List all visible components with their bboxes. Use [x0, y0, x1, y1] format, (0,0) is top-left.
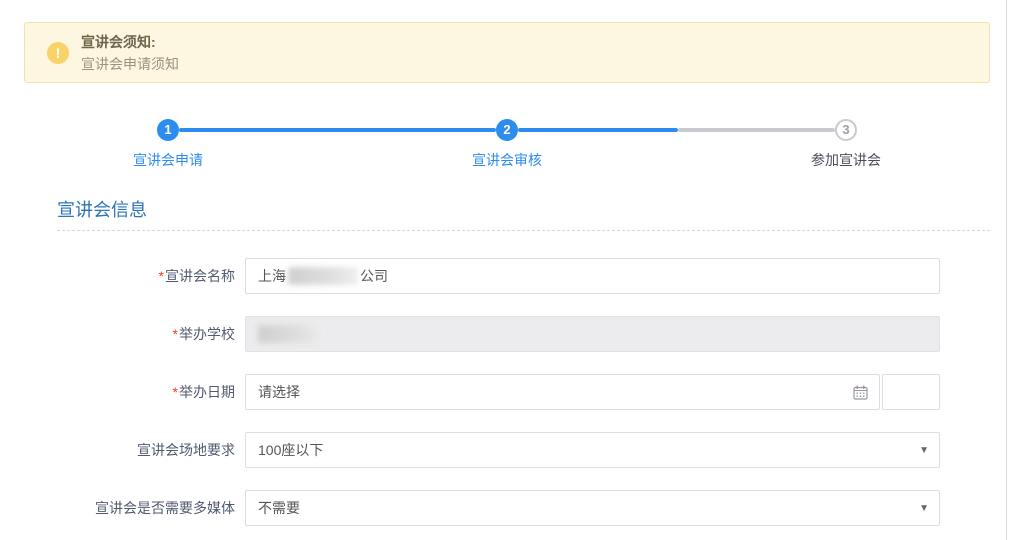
venue-requirement-select[interactable]: 100座以下 ▼	[245, 432, 940, 468]
field-label-venue-requirement: 宣讲会场地要求	[0, 432, 235, 468]
multimedia-select[interactable]: 不需要 ▼	[245, 490, 940, 526]
step-2-label: 宣讲会审核	[407, 150, 607, 170]
required-mark: *	[173, 326, 178, 342]
page-edge-divider	[1006, 0, 1007, 540]
field-label-event-date: *举办日期	[0, 374, 235, 410]
session-application-page: ! 宣讲会须知: 宣讲会申请须知 1 2 3 宣讲会申请 宣讲会审核 参加宣讲会…	[0, 0, 1021, 540]
stepper-line-2-3-done	[518, 128, 678, 132]
date-placeholder: 请选择	[258, 382, 300, 402]
required-mark: *	[159, 268, 164, 284]
warning-icon: !	[47, 42, 69, 64]
notice-text: 宣讲会须知: 宣讲会申请须知	[81, 32, 179, 74]
required-mark: *	[173, 384, 178, 400]
host-school-input	[245, 316, 940, 352]
step-1-circle: 1	[157, 119, 179, 141]
step-1-label: 宣讲会申请	[68, 150, 268, 170]
session-name-value-prefix: 上海	[258, 266, 286, 286]
calendar-icon[interactable]	[852, 384, 869, 404]
date-addon-box[interactable]	[882, 374, 940, 410]
step-3-circle: 3	[835, 119, 857, 141]
stepper-line-2-3-pending	[678, 128, 835, 132]
session-name-value-suffix: 公司	[360, 266, 388, 286]
notice-subtitle: 宣讲会申请须知	[81, 54, 179, 74]
section-title: 宣讲会信息	[57, 196, 147, 222]
multimedia-value: 不需要	[258, 498, 300, 518]
redacted-text	[288, 267, 358, 285]
stepper-line-1-2	[179, 128, 496, 132]
session-name-input[interactable]: 上海 公司	[245, 258, 940, 294]
step-2-circle: 2	[496, 119, 518, 141]
field-label-host-school: *举办学校	[0, 316, 235, 352]
notice-banner: ! 宣讲会须知: 宣讲会申请须知	[24, 22, 990, 83]
chevron-down-icon: ▼	[919, 491, 929, 527]
chevron-down-icon: ▼	[919, 433, 929, 469]
section-divider	[57, 230, 990, 231]
notice-title: 宣讲会须知:	[81, 32, 179, 52]
redacted-text	[258, 325, 326, 343]
field-label-session-name: *宣讲会名称	[0, 258, 235, 294]
venue-requirement-value: 100座以下	[258, 440, 323, 460]
step-3-label: 参加宣讲会	[746, 150, 946, 170]
event-date-input[interactable]: 请选择	[245, 374, 880, 410]
field-label-multimedia: 宣讲会是否需要多媒体	[0, 490, 235, 526]
